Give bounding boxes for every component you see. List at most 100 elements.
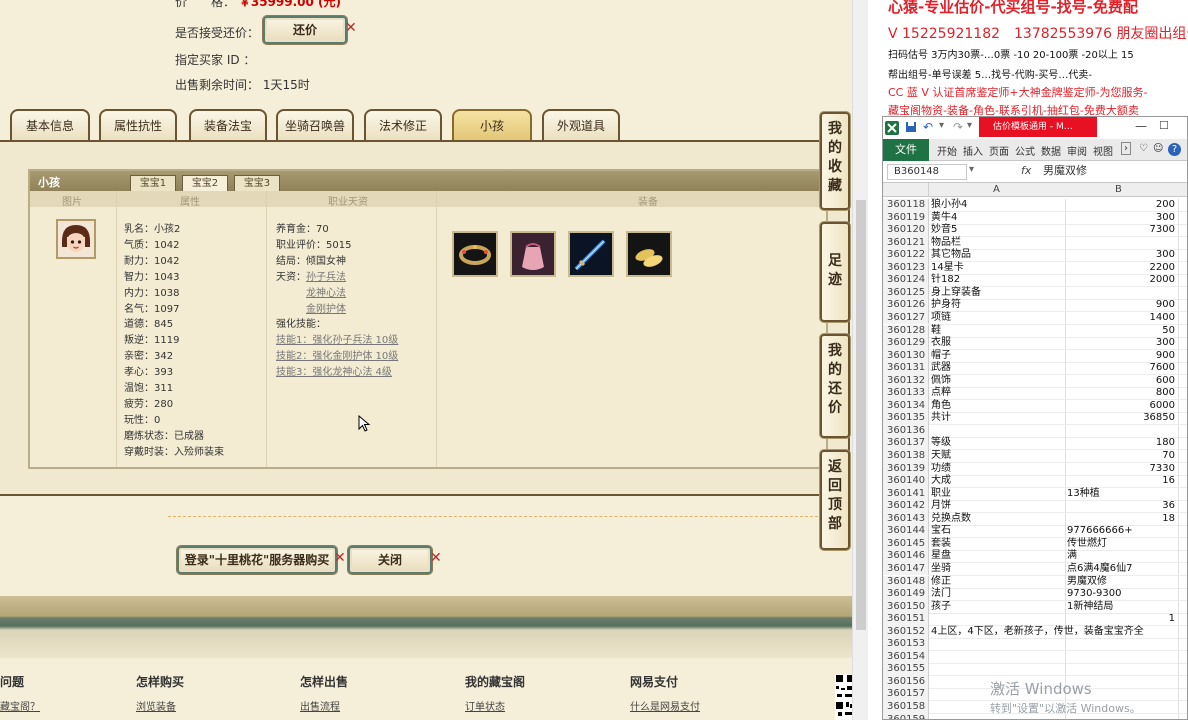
footer-link-order-status[interactable]: 订单状态 xyxy=(465,698,505,713)
maximize-icon[interactable]: ☐ xyxy=(1159,119,1169,132)
cell-b[interactable]: 传世燃灯 xyxy=(1067,538,1187,550)
tab-appearance[interactable]: 外观道具 xyxy=(542,109,620,141)
cell-b[interactable]: 800 xyxy=(1065,387,1175,399)
row-number[interactable]: 360119 xyxy=(883,211,929,225)
cell-b[interactable]: 7330 xyxy=(1065,463,1175,475)
formula-input[interactable]: 男魔双修 xyxy=(1043,164,1187,180)
cell-a[interactable]: 共计 xyxy=(931,412,1065,424)
cell-a[interactable]: 14星卡 xyxy=(931,262,1065,274)
cell-a[interactable]: 衣服 xyxy=(931,337,1065,349)
minimize-icon[interactable]: — xyxy=(1135,119,1147,133)
row-number[interactable]: 360158 xyxy=(883,701,929,714)
footer-link-browse[interactable]: 浏览装备 xyxy=(136,698,176,713)
cell-b[interactable]: 2200 xyxy=(1065,262,1175,274)
row-number[interactable]: 360147 xyxy=(883,562,929,576)
row-number[interactable]: 360132 xyxy=(883,374,929,388)
cell-b[interactable]: 977666666+ xyxy=(1067,525,1187,537)
lightbulb-icon[interactable]: ♡ xyxy=(1139,143,1148,154)
cell-b[interactable]: 900 xyxy=(1065,350,1175,362)
row-number[interactable]: 360118 xyxy=(883,199,929,212)
help-icon[interactable]: ? xyxy=(1168,143,1181,156)
row-number[interactable]: 360137 xyxy=(883,437,929,450)
cell-a[interactable]: 点粹 xyxy=(931,387,1065,399)
equip-slot-weapon[interactable] xyxy=(568,231,614,277)
scrollbar[interactable] xyxy=(852,0,868,720)
tab-basic-info[interactable]: 基本信息 xyxy=(10,109,90,141)
cell-a[interactable]: 等级 xyxy=(931,437,1065,449)
row-number[interactable]: 360129 xyxy=(883,337,929,350)
side-tab-favorites[interactable]: 我的收藏 xyxy=(820,112,850,210)
column-a-header[interactable]: A xyxy=(993,184,1000,195)
cell-b[interactable]: 9730-9300 xyxy=(1067,588,1187,600)
footer-link-sell-flow[interactable]: 出售流程 xyxy=(300,698,340,713)
equip-slot-pouch[interactable] xyxy=(510,231,556,277)
row-number[interactable]: 360130 xyxy=(883,349,929,363)
row-number[interactable]: 360142 xyxy=(883,500,929,513)
skill-2-link[interactable]: 技能2：强化金刚护体 10级 xyxy=(276,349,398,365)
cell-a[interactable]: 武器 xyxy=(931,362,1065,374)
side-tab-back-to-top[interactable]: 返回顶部 xyxy=(820,450,850,550)
account-icon[interactable]: ☺ xyxy=(1153,143,1163,154)
cell-b[interactable]: 16 xyxy=(1065,475,1175,487)
cell-b[interactable]: 70 xyxy=(1065,450,1175,462)
row-number[interactable]: 360145 xyxy=(883,537,929,551)
row-number[interactable]: 360131 xyxy=(883,362,929,375)
talent-gift-2-link[interactable]: 龙神心法 xyxy=(306,288,346,299)
cell-a[interactable]: 孩子 xyxy=(931,601,1065,613)
side-tab-footprint[interactable]: 足迹 xyxy=(820,222,850,322)
row-number[interactable]: 360155 xyxy=(883,663,929,676)
row-number[interactable]: 360146 xyxy=(883,550,929,563)
tab-spells[interactable]: 法术修正 xyxy=(364,109,442,141)
row-number[interactable]: 360151 xyxy=(883,613,929,626)
cell-b[interactable]: 点6满4魔6仙7 xyxy=(1067,563,1187,575)
row-number[interactable]: 360126 xyxy=(883,299,929,312)
equip-slot-ring[interactable] xyxy=(452,231,498,277)
row-number[interactable]: 360120 xyxy=(883,224,929,237)
save-icon[interactable] xyxy=(905,121,917,133)
tab-child[interactable]: 小孩 xyxy=(452,109,532,141)
cell-a[interactable]: 项链 xyxy=(931,312,1065,324)
subtab-baby-2[interactable]: 宝宝2 xyxy=(182,175,228,192)
footer-link-netease-pay[interactable]: 什么是网易支付 xyxy=(630,698,700,713)
row-number[interactable]: 360143 xyxy=(883,512,929,526)
cell-a[interactable]: 宝石 xyxy=(931,525,1065,537)
cell-a[interactable]: 套装 xyxy=(931,538,1065,550)
cell-a[interactable]: 法门 xyxy=(931,588,1065,600)
cell-b[interactable]: 36850 xyxy=(1065,412,1175,424)
cell-a[interactable]: 妙音5 xyxy=(931,224,1065,236)
select-all-corner[interactable] xyxy=(883,183,929,197)
cell-b[interactable]: 1新神结局 xyxy=(1067,601,1187,613)
talent-gift-3-link[interactable]: 金刚护体 xyxy=(306,304,346,315)
cell-b[interactable]: 男魔双修 xyxy=(1067,576,1187,588)
talent-gift-1-link[interactable]: 孙子兵法 xyxy=(306,272,346,283)
subtab-baby-3[interactable]: 宝宝3 xyxy=(234,175,280,192)
cell-a[interactable]: 天赋 xyxy=(931,450,1065,462)
scrollbar-thumb[interactable] xyxy=(856,200,866,630)
skill-1-link[interactable]: 技能1：强化孙子兵法 10级 xyxy=(276,333,398,349)
tab-equipment[interactable]: 装备法宝 xyxy=(189,109,267,141)
offer-button[interactable]: 还价 xyxy=(263,16,347,44)
row-number[interactable]: 360127 xyxy=(883,311,929,325)
ribbon-tab-data[interactable]: 数据 xyxy=(1041,143,1061,158)
cell-a[interactable]: 护身符 xyxy=(931,299,1065,311)
cell-a[interactable]: 职业 xyxy=(931,488,1065,500)
ribbon-file-tab[interactable]: 文件 xyxy=(883,139,929,161)
row-number[interactable]: 360141 xyxy=(883,487,929,501)
row-number[interactable]: 360148 xyxy=(883,575,929,588)
column-b-header[interactable]: B xyxy=(1115,184,1122,195)
cell-a[interactable]: 月饼 xyxy=(931,500,1065,512)
cell-a[interactable]: 功绩 xyxy=(931,463,1065,475)
row-number[interactable]: 360152 xyxy=(883,625,929,639)
subtab-baby-1[interactable]: 宝宝1 xyxy=(130,175,176,192)
row-number[interactable]: 360124 xyxy=(883,274,929,287)
cell-b[interactable]: 1400 xyxy=(1065,312,1175,324)
cell-b[interactable]: 300 xyxy=(1065,212,1175,224)
cell-b[interactable]: 900 xyxy=(1065,299,1175,311)
close-button[interactable]: 关闭 xyxy=(348,546,432,574)
cell-a[interactable]: 兑换点数 xyxy=(931,513,1065,525)
row-number[interactable]: 360149 xyxy=(883,588,929,601)
undo-icon[interactable]: ↶ xyxy=(923,120,933,134)
cell-a[interactable]: 角色 xyxy=(931,400,1065,412)
equip-slot-boots[interactable] xyxy=(626,231,672,277)
row-number[interactable]: 360139 xyxy=(883,462,929,476)
